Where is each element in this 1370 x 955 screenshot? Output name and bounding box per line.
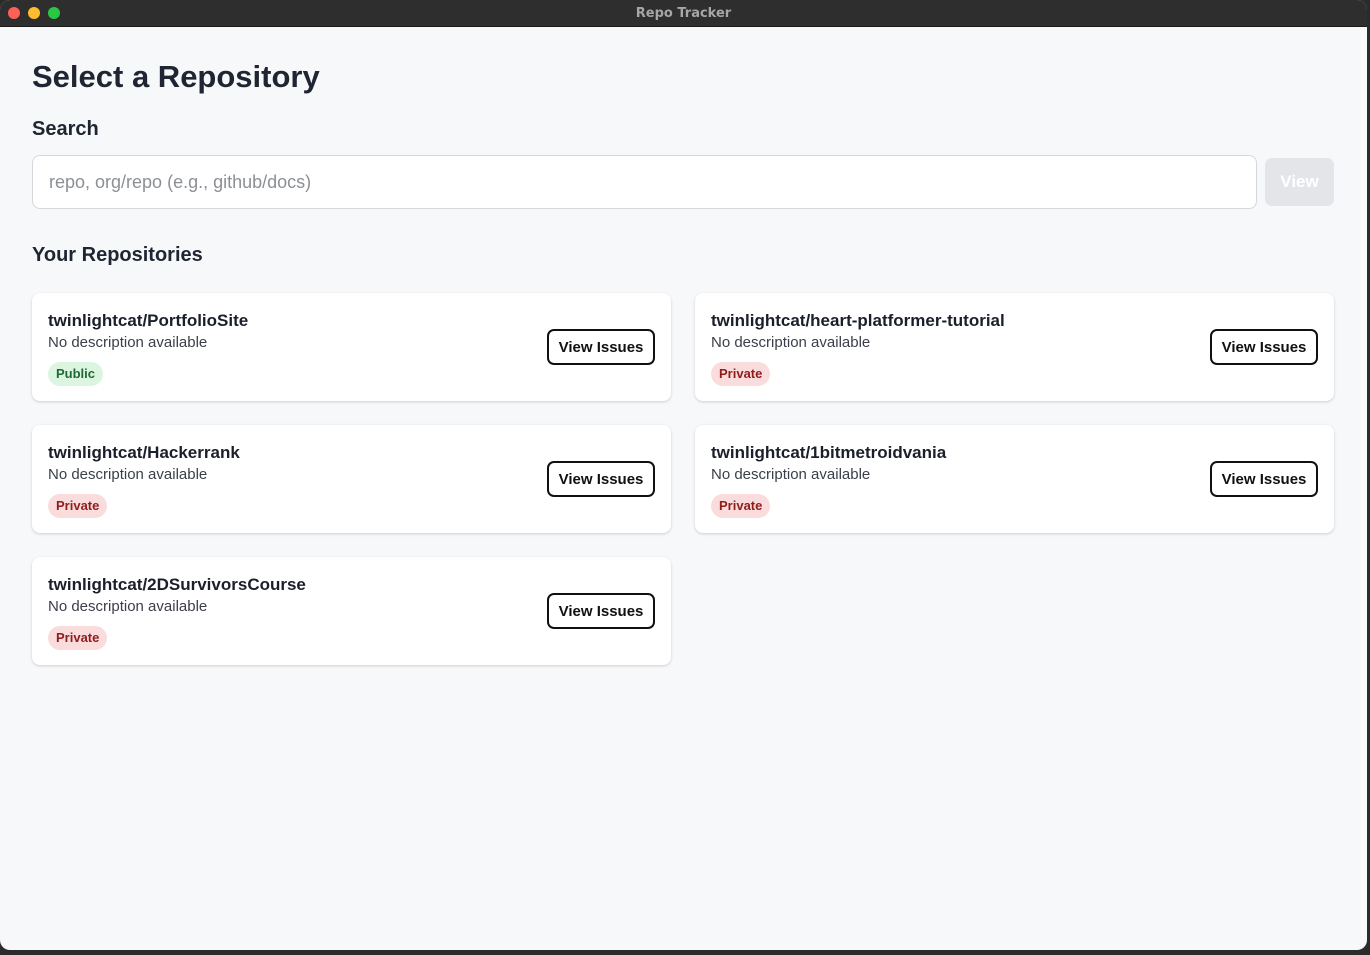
visibility-badge: Private xyxy=(48,626,108,650)
app-window: Repo Tracker Select a Repository Search … xyxy=(0,0,1367,950)
minimize-window-button[interactable] xyxy=(28,7,40,19)
search-row: View xyxy=(32,155,1335,209)
repository-card: twinlightcat/1bitmetroidvania No descrip… xyxy=(695,425,1334,533)
visibility-badge: Public xyxy=(48,362,104,386)
window-controls xyxy=(8,7,60,19)
main-content: Select a Repository Search View Your Rep… xyxy=(0,27,1367,665)
view-issues-button[interactable]: View Issues xyxy=(547,461,655,497)
close-window-button[interactable] xyxy=(8,7,20,19)
repository-card: twinlightcat/2DSurvivorsCourse No descri… xyxy=(32,557,671,665)
repository-card: twinlightcat/heart-platformer-tutorial N… xyxy=(695,293,1334,401)
view-button[interactable]: View xyxy=(1265,158,1334,206)
repositories-heading: Your Repositories xyxy=(32,244,203,266)
view-issues-button[interactable]: View Issues xyxy=(547,593,655,629)
repository-card: twinlightcat/PortfolioSite No descriptio… xyxy=(32,293,671,401)
search-input[interactable] xyxy=(32,155,1257,209)
repository-name: twinlightcat/2DSurvivorsCourse xyxy=(48,575,306,594)
visibility-badge: Private xyxy=(48,494,108,518)
view-issues-button[interactable]: View Issues xyxy=(1210,461,1318,497)
repository-name: twinlightcat/PortfolioSite xyxy=(48,311,249,330)
repository-list: twinlightcat/PortfolioSite No descriptio… xyxy=(32,293,1335,665)
visibility-badge: Private xyxy=(711,362,771,386)
maximize-window-button[interactable] xyxy=(48,7,60,19)
window-title: Repo Tracker xyxy=(635,5,732,21)
page-title: Select a Repository xyxy=(32,59,320,94)
title-bar: Repo Tracker xyxy=(0,0,1367,27)
visibility-badge: Private xyxy=(711,494,771,518)
view-issues-button[interactable]: View Issues xyxy=(1210,329,1318,365)
repository-card: twinlightcat/Hackerrank No description a… xyxy=(32,425,671,533)
view-issues-button[interactable]: View Issues xyxy=(547,329,655,365)
repository-name: twinlightcat/heart-platformer-tutorial xyxy=(711,311,1005,330)
search-label: Search xyxy=(32,118,99,140)
repository-name: twinlightcat/Hackerrank xyxy=(48,443,240,462)
repository-name: twinlightcat/1bitmetroidvania xyxy=(711,443,947,462)
